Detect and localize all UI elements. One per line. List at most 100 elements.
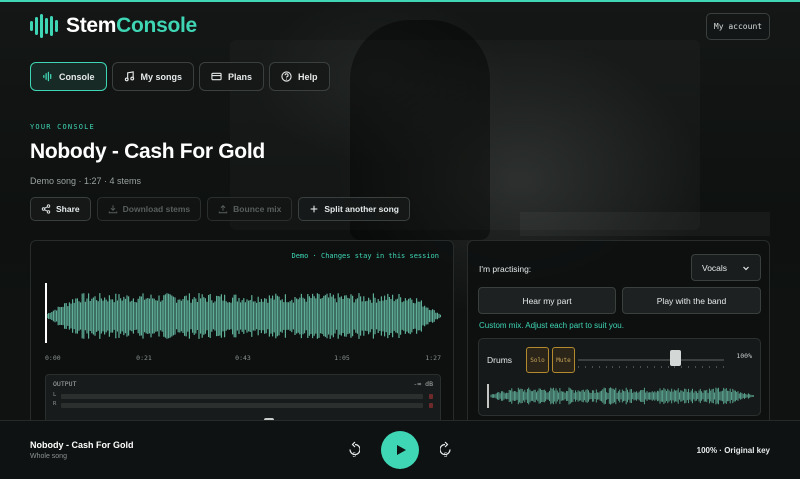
slider-tick — [612, 366, 614, 368]
share-icon — [41, 204, 51, 214]
stem-row-drums: Drums Solo Mute 100% — [478, 338, 761, 416]
part-select[interactable]: Vocals — [691, 254, 761, 281]
music-note-icon — [124, 71, 134, 82]
brand-logo[interactable]: StemConsole — [30, 14, 197, 38]
part-select-value: Vocals — [702, 262, 728, 273]
nav-label: Plans — [228, 71, 253, 82]
waveform-shape — [46, 293, 441, 339]
help-circle-icon — [281, 71, 292, 82]
slider-tick — [626, 366, 628, 368]
download-stems-button[interactable]: Download stems — [96, 197, 202, 221]
clip-indicator — [429, 394, 433, 399]
slider-tick — [646, 366, 648, 368]
skip-back-icon[interactable]: 5 — [346, 441, 360, 459]
slider-tick — [598, 366, 600, 368]
nav-item-my-songs[interactable]: My songs — [111, 62, 195, 91]
practice-panel: I'm practising: Vocals Hear my part Play… — [467, 240, 770, 440]
stem-name: Drums — [487, 355, 513, 365]
slider-tick — [619, 366, 621, 368]
nav-item-help[interactable]: Help — [269, 62, 330, 91]
channel-label: L — [53, 392, 57, 398]
slider-thumb[interactable] — [669, 350, 681, 366]
time-axis: 0:00 0:21 0:43 1:05 1:27 — [45, 354, 441, 364]
top-accent-line — [0, 0, 800, 2]
now-playing-title: Nobody - Cash For Gold — [30, 440, 134, 450]
bounce-mix-button[interactable]: Bounce mix — [207, 197, 293, 221]
mute-button[interactable]: Mute — [552, 347, 575, 373]
bounce-label: Bounce mix — [233, 204, 282, 214]
output-label: OUTPUT — [53, 380, 77, 388]
stem-waveform-shape — [490, 387, 754, 405]
slider-tick — [708, 366, 710, 368]
section-eyebrow: YOUR CONSOLE — [30, 123, 95, 131]
slider-tick — [688, 366, 690, 368]
practising-label: I'm practising: — [479, 264, 532, 274]
play-with-band-button[interactable]: Play with the band — [622, 287, 761, 314]
chevron-down-icon — [743, 266, 749, 270]
meter-left: L — [53, 392, 433, 399]
hear-my-part-button[interactable]: Hear my part — [478, 287, 616, 314]
stem-volume-slider[interactable] — [578, 350, 724, 371]
share-button[interactable]: Share — [30, 197, 91, 221]
slider-tick — [681, 366, 683, 368]
slider-tick — [722, 366, 724, 368]
slider-tick — [605, 366, 607, 368]
slider-tick — [633, 366, 635, 368]
playback-status: 100% · Original key — [696, 446, 770, 455]
slider-tick — [674, 366, 676, 368]
my-account-button[interactable]: My account — [706, 13, 770, 40]
player-bar: Nobody - Cash For Gold Whole song 5 5 10… — [0, 420, 800, 479]
slider-tick — [584, 366, 586, 368]
background-mixing-desk — [520, 212, 770, 236]
song-title: Nobody - Cash For Gold — [30, 140, 265, 163]
song-meta: Demo song · 1:27 · 4 stems — [30, 176, 142, 186]
waveform-panel: Demo · Changes stay in this session 0:00… — [30, 240, 454, 440]
stem-volume-readout: 100% — [736, 352, 752, 360]
meter-bar — [61, 394, 423, 399]
solo-button[interactable]: Solo — [526, 347, 549, 373]
slider-ticks — [578, 366, 724, 368]
waveform-logo-icon — [30, 14, 58, 38]
nav-label: Help — [298, 71, 318, 82]
clip-indicator — [429, 403, 433, 408]
custom-mix-note: Custom mix. Adjust each part to suit you… — [479, 321, 624, 330]
meter-right: R — [53, 401, 433, 408]
main-nav: Console My songs Plans Help — [30, 62, 330, 91]
slider-tick — [715, 366, 717, 368]
waveform-icon — [43, 71, 52, 82]
stem-waveform — [487, 384, 754, 408]
slider-track — [578, 359, 724, 361]
slider-tick — [667, 366, 669, 368]
nav-label: My songs — [140, 71, 183, 82]
time-label: 1:05 — [334, 354, 350, 362]
skip-forward-icon[interactable]: 5 — [440, 441, 454, 459]
plus-icon — [311, 205, 318, 213]
slider-tick — [695, 366, 697, 368]
output-db-readout: -∞ dB — [413, 380, 433, 388]
slider-tick — [578, 366, 579, 368]
time-label: 1:27 — [425, 354, 441, 362]
song-actions: Share Download stems Bounce mix Split an… — [30, 197, 410, 221]
session-note: Demo · Changes stay in this session — [291, 252, 439, 260]
time-label: 0:00 — [45, 354, 61, 362]
time-label: 0:43 — [235, 354, 251, 362]
nav-item-plans[interactable]: Plans — [199, 62, 265, 91]
upload-icon — [218, 205, 228, 214]
slider-tick — [653, 366, 655, 368]
split-another-song-button[interactable]: Split another song — [298, 197, 410, 221]
download-label: Download stems — [122, 204, 191, 214]
slider-tick — [591, 366, 593, 368]
split-label: Split another song — [324, 204, 399, 214]
channel-label: R — [53, 401, 57, 407]
slider-tick — [640, 366, 642, 368]
nav-label: Console — [59, 71, 95, 82]
play-button[interactable] — [381, 431, 419, 469]
nav-item-console[interactable]: Console — [30, 62, 107, 91]
meter-bar — [61, 403, 423, 408]
slider-tick — [660, 366, 662, 368]
song-waveform[interactable] — [45, 281, 441, 351]
play-icon — [397, 445, 406, 455]
brand-name: StemConsole — [66, 14, 197, 37]
share-label: Share — [56, 204, 80, 214]
time-label: 0:21 — [136, 354, 152, 362]
